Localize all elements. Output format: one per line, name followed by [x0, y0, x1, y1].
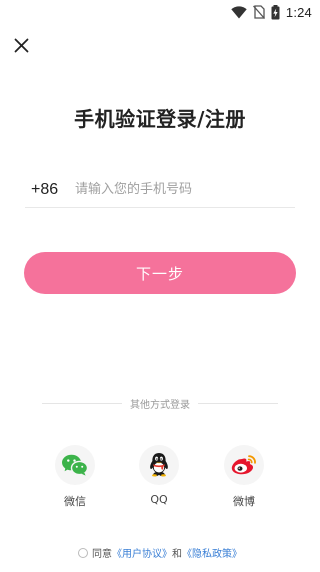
- qq-icon-circle: [139, 445, 179, 485]
- wechat-icon-circle: [55, 445, 95, 485]
- agreement-and: 和: [172, 549, 182, 560]
- divider-line-left: [42, 402, 122, 404]
- divider-line-right: [198, 402, 278, 404]
- qq-icon: [150, 453, 168, 477]
- login-qq-button[interactable]: QQ: [131, 445, 187, 506]
- close-button[interactable]: [10, 34, 32, 56]
- qq-label: QQ: [150, 493, 168, 506]
- agreement-row: 同意 《用户协议》 和 《隐私政策》: [0, 545, 320, 560]
- phone-input[interactable]: [75, 180, 285, 200]
- no-sim-icon: [252, 5, 265, 19]
- phone-field: +86: [25, 180, 295, 208]
- next-button[interactable]: 下一步: [24, 252, 296, 294]
- privacy-policy-link[interactable]: 《隐私政策》: [182, 545, 242, 560]
- user-agreement-link[interactable]: 《用户协议》: [112, 545, 172, 560]
- country-code[interactable]: +86: [25, 180, 75, 200]
- wifi-icon: [231, 5, 247, 18]
- status-bar: 1:24: [0, 0, 320, 24]
- page-title: 手机验证登录/注册: [74, 107, 246, 131]
- other-login-divider: 其他方式登录: [42, 396, 278, 411]
- login-wechat-button[interactable]: 微信: [47, 445, 103, 509]
- status-time: 1:24: [285, 4, 312, 20]
- agree-radio[interactable]: [78, 547, 88, 558]
- weibo-icon: [231, 455, 256, 475]
- close-icon: [14, 38, 28, 52]
- battery-charging-icon: [271, 4, 280, 19]
- wechat-label: 微信: [64, 495, 86, 508]
- weibo-icon-circle: [224, 445, 264, 485]
- status-icons: 1:24: [231, 4, 312, 20]
- login-weibo-button[interactable]: 微博: [216, 445, 272, 509]
- agreement-prefix: 同意: [92, 549, 112, 560]
- wechat-icon: [62, 454, 89, 476]
- other-login-label: 其他方式登录: [130, 399, 190, 411]
- weibo-label: 微博: [233, 495, 255, 508]
